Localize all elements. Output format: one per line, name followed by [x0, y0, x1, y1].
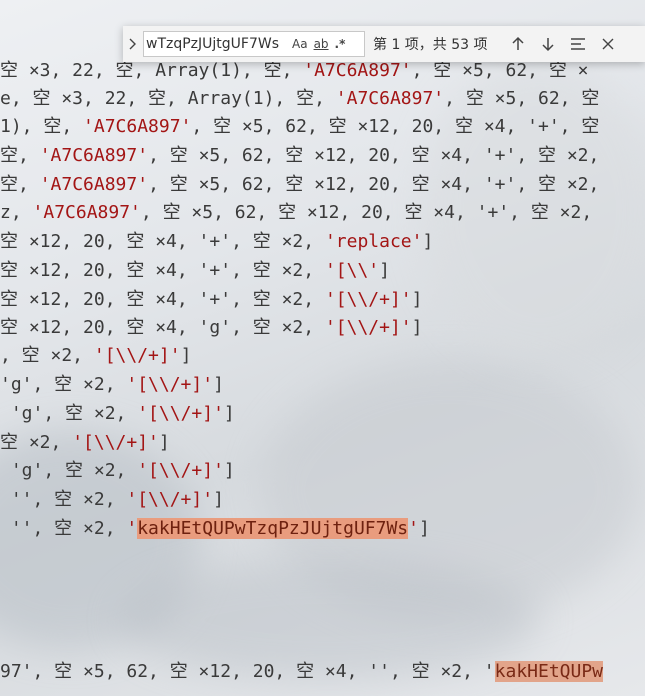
result-count: 第 1 项，共 53 项: [373, 37, 488, 53]
code-line: 空, 'A7C6A897', 空 ×5, 62, 空 ×12, 20, 空 ×4…: [0, 145, 600, 166]
code-line: 'g', 空 ×2, '[\\/+]']: [0, 460, 235, 481]
current-match-highlight: kakHEtQUPwTzqPzJUjtgUF7Ws: [137, 518, 409, 539]
code-line: e, 空 ×3, 22, 空, Array(1), 空, 'A7C6A897',…: [0, 88, 600, 109]
code-line: 空, 'A7C6A897', 空 ×5, 62, 空 ×12, 20, 空 ×4…: [0, 174, 600, 195]
find-widget: wTzqPzJUjtgUF7Ws Aa ab .* 第 1 项，共 53 项: [123, 26, 645, 62]
arrow-down-icon: [542, 38, 554, 52]
next-match-button[interactable]: [533, 29, 563, 59]
match-case-button[interactable]: Aa: [292, 37, 308, 51]
code-line: 空 ×12, 20, 空 ×4, 'g', 空 ×2, '[\\/+]']: [0, 317, 423, 338]
code-line: '', 空 ×2, 'kakHEtQUPwTzqPzJUjtgUF7Ws']: [0, 518, 430, 539]
code-editor[interactable]: 空 ×3, 22, 空, Array(1), 空, 'A7C6A897', 空 …: [0, 0, 645, 696]
code-line: 97', 空 ×5, 62, 空 ×12, 20, 空 ×4, '', 空 ×2…: [0, 661, 604, 682]
code-line: 空 ×12, 20, 空 ×4, '+', 空 ×2, 'replace']: [0, 231, 434, 252]
whole-word-button[interactable]: ab: [314, 37, 329, 51]
find-input[interactable]: wTzqPzJUjtgUF7Ws Aa ab .*: [143, 31, 365, 57]
close-icon: [602, 38, 614, 50]
code-line: 'g', 空 ×2, '[\\/+]']: [0, 403, 235, 424]
code-line: 1), 空, 'A7C6A897', 空 ×5, 62, 空 ×12, 20, …: [0, 116, 600, 137]
code-line: z, 'A7C6A897', 空 ×5, 62, 空 ×12, 20, 空 ×4…: [0, 202, 593, 223]
code-line: '', 空 ×2, '[\\/+]']: [0, 489, 224, 510]
code-line: 空 ×12, 20, 空 ×4, '+', 空 ×2, '[\\']: [0, 260, 390, 281]
code-line: , 空 ×2, '[\\/+]']: [0, 345, 192, 366]
code-line: 空 ×12, 20, 空 ×4, '+', 空 ×2, '[\\/+]']: [0, 289, 423, 310]
code-line: 'g', 空 ×2, '[\\/+]']: [0, 374, 224, 395]
previous-match-button[interactable]: [503, 29, 533, 59]
regex-button[interactable]: .*: [335, 37, 346, 51]
arrow-up-icon: [512, 36, 524, 50]
code-line: 空 ×2, '[\\/+]']: [0, 432, 170, 453]
close-find-button[interactable]: [593, 29, 623, 59]
toggle-replace-button[interactable]: [123, 26, 143, 62]
menu-icon: [571, 38, 585, 50]
match-highlight: kakHEtQUPw: [494, 661, 604, 682]
chevron-right-icon: [129, 38, 136, 50]
find-in-selection-button[interactable]: [563, 29, 593, 59]
find-query: wTzqPzJUjtgUF7Ws: [146, 36, 280, 52]
